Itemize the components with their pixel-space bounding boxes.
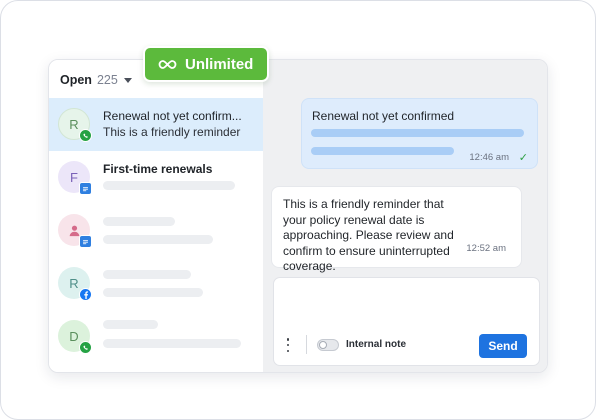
- title-placeholder: [103, 270, 191, 279]
- preview-placeholder: [103, 181, 235, 190]
- message-time: 12:52 am: [466, 243, 506, 254]
- conversation-item[interactable]: R: [49, 257, 263, 310]
- message-time: 12:46 am: [469, 152, 509, 163]
- unlimited-badge: Unlimited: [143, 46, 269, 82]
- title-placeholder: [103, 217, 175, 226]
- conversation-item[interactable]: F First-time renewals: [49, 151, 263, 204]
- more-options-icon[interactable]: [284, 338, 292, 352]
- preview-placeholder: [103, 235, 213, 244]
- message-text: Renewal not yet confirmed: [312, 109, 455, 123]
- conversation-preview: This is a friendly reminder: [103, 125, 241, 139]
- send-button[interactable]: Send: [479, 334, 527, 358]
- message-composer[interactable]: Internal note Send: [273, 277, 540, 366]
- preview-placeholder: [103, 339, 241, 348]
- conversation-item[interactable]: [49, 204, 263, 257]
- status-filter-dropdown[interactable]: Open 225: [60, 72, 132, 88]
- conversation-title: First-time renewals: [103, 162, 213, 176]
- title-placeholder: [103, 320, 158, 329]
- conversation-count: 225: [96, 73, 118, 87]
- message-text: This is a friendly reminder that your po…: [283, 197, 454, 273]
- incoming-message: This is a friendly reminder that your po…: [271, 186, 522, 273]
- message-placeholder-line: [311, 129, 524, 137]
- chevron-down-icon: [123, 77, 132, 83]
- preview-placeholder: [103, 288, 203, 297]
- inbox-window: Open 225 R Renewal not yet confirm... Th…: [48, 59, 548, 373]
- user-icon: [69, 225, 79, 236]
- message-placeholder-line: [311, 147, 454, 155]
- outgoing-message: Renewal not yet confirmed 12:46 am ✓: [301, 98, 538, 169]
- filter-label: Open: [60, 73, 92, 87]
- divider: [306, 335, 307, 354]
- chat-pane: Renewal not yet confirmed 12:46 am ✓ Thi…: [263, 60, 547, 372]
- sms-icon: [79, 182, 92, 195]
- sms-icon: [79, 235, 92, 248]
- unlimited-label: Unlimited: [185, 55, 254, 73]
- check-icon: ✓: [518, 152, 528, 164]
- internal-note-label: Internal note: [346, 339, 407, 350]
- whatsapp-icon: [79, 129, 92, 142]
- internal-note-toggle[interactable]: [317, 339, 339, 351]
- infinity-icon: [158, 59, 177, 69]
- conversation-item[interactable]: R Renewal not yet confirm... This is a f…: [49, 98, 263, 151]
- facebook-icon: [79, 288, 92, 301]
- toggle-knob: [319, 341, 327, 349]
- conversation-item[interactable]: D: [49, 310, 263, 363]
- conversation-title: Renewal not yet confirm...: [103, 109, 242, 123]
- conversation-list: Open 225 R Renewal not yet confirm... Th…: [49, 60, 263, 372]
- whatsapp-icon: [79, 341, 92, 354]
